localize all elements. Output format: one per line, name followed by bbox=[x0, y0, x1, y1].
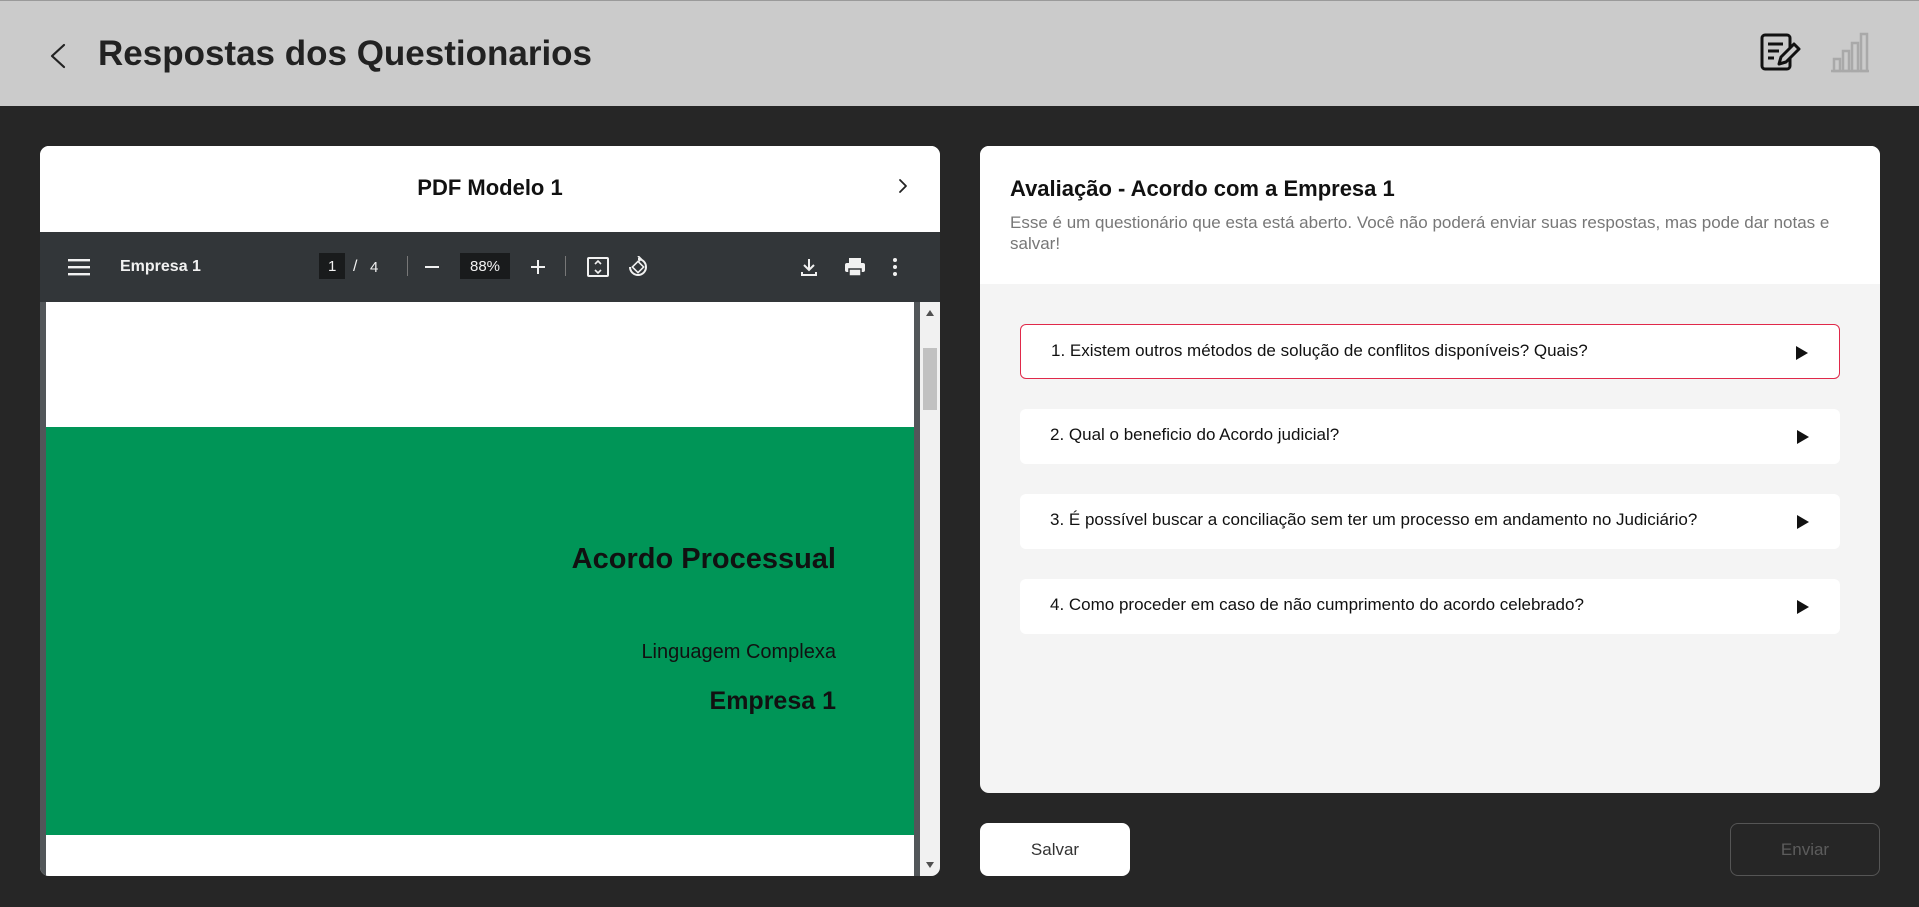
question-label: 3. É possível buscar a conciliação sem t… bbox=[1050, 510, 1698, 529]
edit-notes-icon[interactable] bbox=[1759, 31, 1801, 73]
pdf-viewport[interactable]: Acordo Processual Linguagem Complexa Emp… bbox=[40, 302, 940, 876]
fit-to-page-icon[interactable] bbox=[587, 232, 609, 302]
expand-arrow-icon[interactable] bbox=[1797, 430, 1809, 444]
pdf-panel-header: PDF Modelo 1 bbox=[40, 146, 940, 232]
zoom-in-icon[interactable] bbox=[530, 232, 546, 302]
pdf-document-name: Empresa 1 bbox=[120, 258, 201, 275]
page-total: 4 bbox=[370, 258, 379, 276]
pdf-viewer-toolbar: Empresa 1 1 / 4 88% bbox=[40, 232, 940, 302]
question-item[interactable]: 2. Qual o beneficio do Acordo judicial? bbox=[1020, 409, 1840, 464]
zoom-out-icon[interactable] bbox=[424, 232, 440, 302]
download-icon[interactable] bbox=[800, 232, 818, 302]
page-number-input[interactable]: 1 bbox=[319, 253, 346, 279]
page-separator: / bbox=[353, 258, 358, 275]
menu-icon[interactable] bbox=[68, 232, 90, 302]
scrollbar-thumb[interactable] bbox=[923, 348, 937, 410]
pdf-title: PDF Modelo 1 bbox=[417, 175, 563, 200]
expand-arrow-icon[interactable] bbox=[1796, 346, 1808, 360]
expand-arrow-icon[interactable] bbox=[1797, 515, 1809, 529]
pdf-cover-block: Acordo Processual Linguagem Complexa Emp… bbox=[46, 427, 914, 835]
pdf-page: Acordo Processual Linguagem Complexa Emp… bbox=[46, 302, 914, 876]
pdf-cover-company: Empresa 1 bbox=[709, 687, 836, 715]
save-button[interactable]: Salvar bbox=[980, 823, 1130, 876]
questionnaire-header: Avaliação - Acordo com a Empresa 1 Esse … bbox=[980, 146, 1880, 284]
page-title: Respostas dos Questionarios bbox=[98, 34, 593, 73]
question-item[interactable]: 3. É possível buscar a conciliação sem t… bbox=[1020, 494, 1840, 549]
rotate-icon[interactable] bbox=[627, 232, 649, 302]
toolbar-divider bbox=[565, 256, 566, 276]
print-icon[interactable] bbox=[844, 232, 866, 302]
expand-arrow-icon[interactable] bbox=[1797, 600, 1809, 614]
questionnaire-description: Esse é um questionário que esta está abe… bbox=[1010, 213, 1830, 253]
scroll-up-icon[interactable] bbox=[926, 310, 934, 316]
zoom-level-input[interactable]: 88% bbox=[460, 253, 511, 279]
chevron-right-icon[interactable] bbox=[896, 176, 910, 196]
send-button[interactable]: Enviar bbox=[1730, 823, 1880, 876]
pdf-scrollbar[interactable] bbox=[920, 302, 940, 876]
questionnaire-title: Avaliação - Acordo com a Empresa 1 bbox=[1010, 176, 1395, 201]
bar-chart-icon[interactable] bbox=[1829, 31, 1871, 73]
question-item[interactable]: 4. Como proceder em caso de não cumprime… bbox=[1020, 579, 1840, 634]
question-label: 1. Existem outros métodos de solução de … bbox=[1051, 341, 1588, 360]
scroll-down-icon[interactable] bbox=[926, 862, 934, 868]
pdf-panel: PDF Modelo 1 Empresa 1 1 / 4 88% Acordo … bbox=[40, 146, 940, 876]
app-header: Respostas dos Questionarios bbox=[0, 0, 1919, 106]
question-label: 4. Como proceder em caso de não cumprime… bbox=[1050, 595, 1584, 614]
questionnaire-panel: Avaliação - Acordo com a Empresa 1 Esse … bbox=[980, 146, 1880, 793]
toolbar-divider bbox=[407, 256, 408, 276]
more-options-icon[interactable] bbox=[892, 232, 898, 302]
pdf-cover-subtitle: Linguagem Complexa bbox=[641, 641, 836, 663]
back-arrow-icon[interactable] bbox=[44, 39, 74, 73]
question-label: 2. Qual o beneficio do Acordo judicial? bbox=[1050, 425, 1340, 444]
pdf-cover-heading: Acordo Processual bbox=[571, 543, 836, 575]
question-item[interactable]: 1. Existem outros métodos de solução de … bbox=[1020, 324, 1840, 379]
